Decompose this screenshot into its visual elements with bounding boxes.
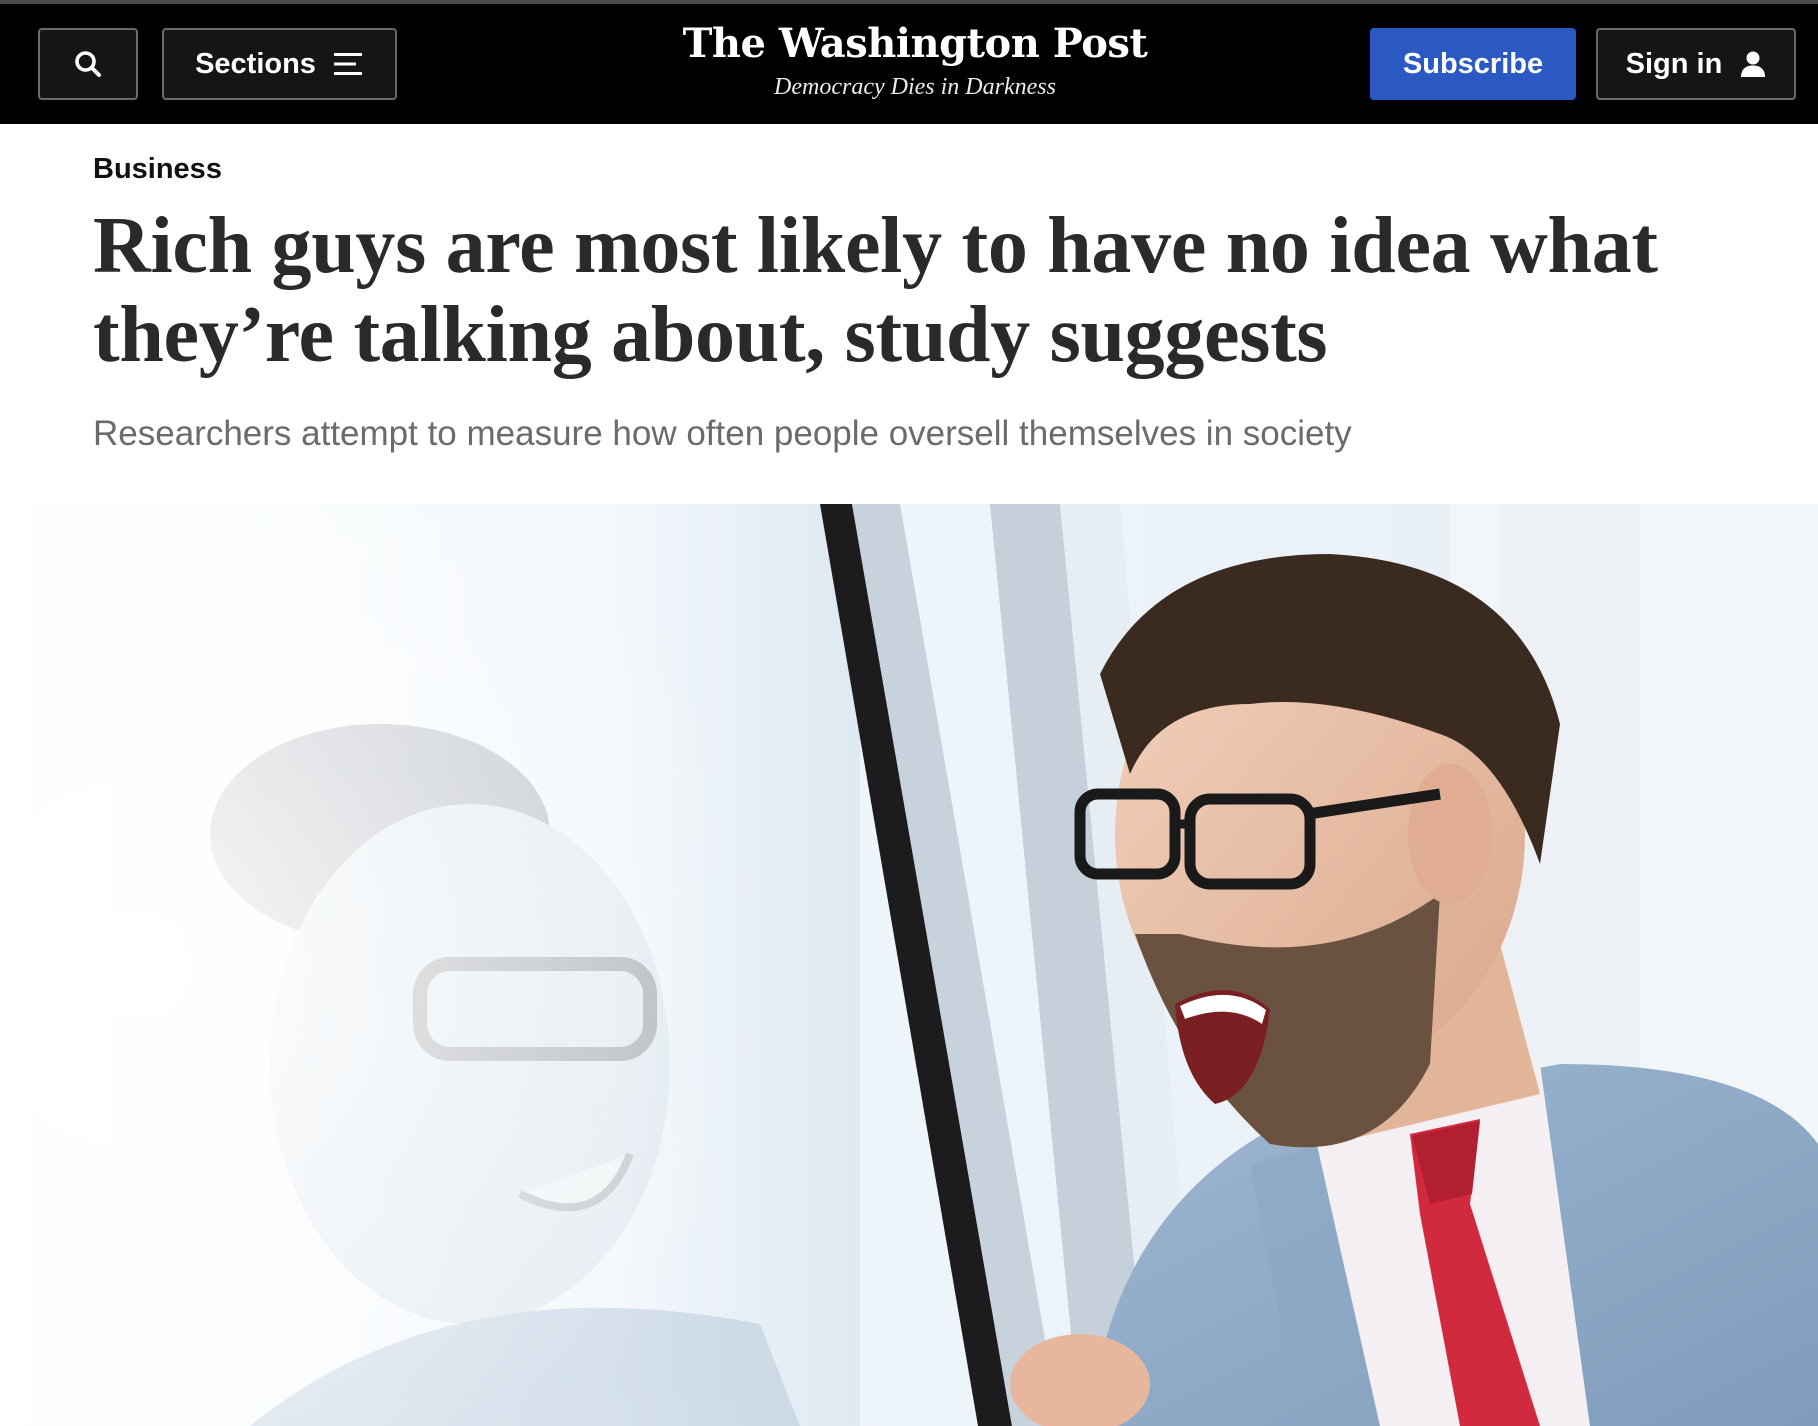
article-headline: Rich guys are most likely to have no ide…	[93, 202, 1658, 379]
article-page: Sections The Washington Post Democracy D…	[0, 0, 1818, 1426]
sign-in-button[interactable]: Sign in	[1596, 28, 1796, 100]
sections-label: Sections	[195, 47, 316, 80]
sections-button[interactable]: Sections	[162, 28, 397, 100]
article-subheadline: Researchers attempt to measure how often…	[93, 414, 1352, 453]
laughing-man-at-window-photo	[0, 504, 1818, 1426]
search-button[interactable]	[38, 28, 138, 100]
section-kicker[interactable]: Business	[93, 153, 222, 186]
site-header: Sections The Washington Post Democracy D…	[0, 0, 1818, 124]
search-icon	[75, 51, 101, 77]
hero-image	[0, 504, 1818, 1426]
masthead-logo[interactable]: The Washington Post Democracy Dies in Da…	[660, 14, 1170, 101]
site-tagline: Democracy Dies in Darkness	[774, 74, 1056, 100]
user-icon	[1741, 51, 1766, 77]
site-wordmark: The Washington Post	[682, 20, 1148, 67]
menu-icon	[333, 53, 362, 75]
subscribe-button[interactable]: Subscribe	[1370, 28, 1576, 100]
subscribe-label: Subscribe	[1402, 47, 1544, 80]
sign-in-label: Sign in	[1625, 47, 1723, 80]
